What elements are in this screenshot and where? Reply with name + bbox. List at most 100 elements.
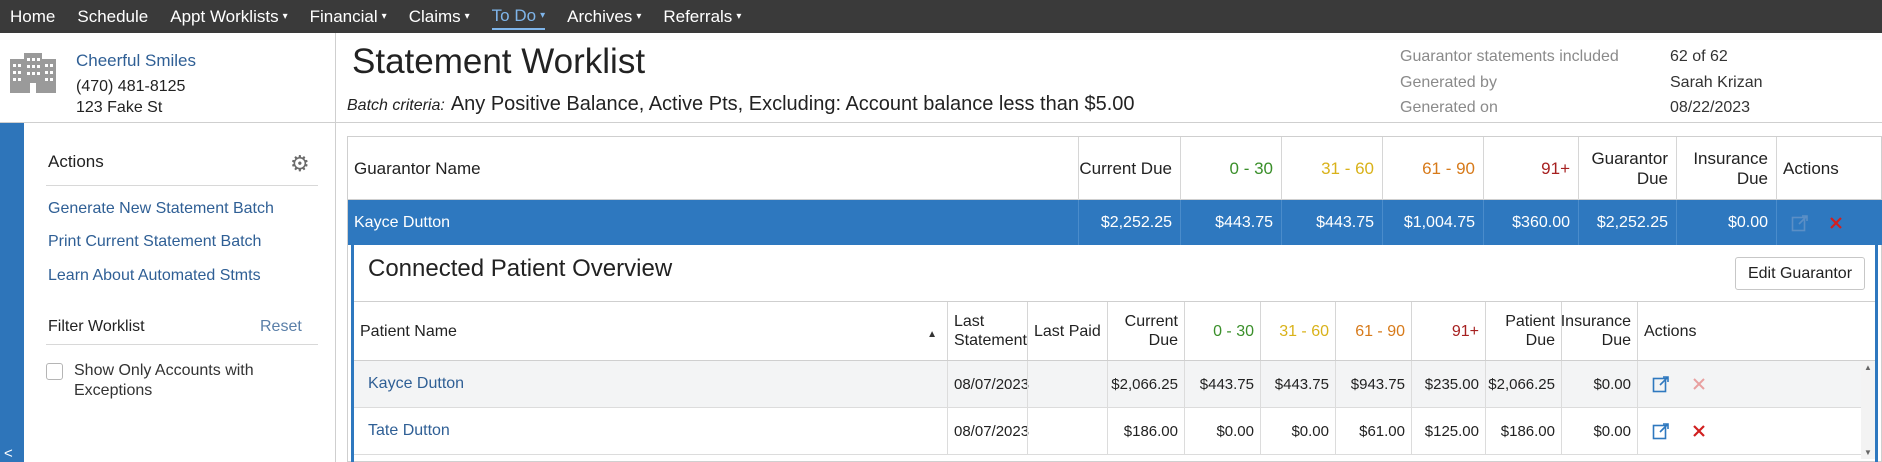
nav-to-do[interactable]: To Do ▾ [491, 4, 546, 30]
col-0-30[interactable]: 0 - 30 [1184, 302, 1260, 360]
col-last-statement[interactable]: Last Statement [947, 302, 1027, 360]
col-0-30[interactable]: 0 - 30 [1180, 137, 1281, 200]
col-31-60[interactable]: 31 - 60 [1260, 302, 1335, 360]
col-insurance-due[interactable]: Insurance Due [1676, 137, 1776, 200]
learn-automated-link[interactable]: Learn About Automated Stmts [48, 267, 261, 285]
nav-label: Claims [408, 6, 461, 26]
col-61-90[interactable]: 61 - 90 [1382, 137, 1483, 200]
col-guarantor-name[interactable]: Guarantor Name [348, 137, 1078, 200]
chevron-down-icon: ▾ [736, 11, 742, 22]
col-current-due[interactable]: Current Due [1078, 137, 1180, 200]
patient-due: $2,066.25 [1485, 361, 1561, 407]
nav-label: Home [10, 6, 56, 26]
patient-name-link[interactable]: Tate Dutton [368, 422, 450, 440]
exceptions-checkbox-label[interactable]: Show Only Accounts with Exceptions [74, 361, 304, 401]
guarantor-91-plus: $360.00 [1483, 200, 1578, 245]
export-statement-icon[interactable] [1652, 375, 1670, 393]
scroll-down-icon[interactable]: ▼ [1864, 448, 1872, 457]
guarantor-due: $2,252.25 [1578, 200, 1676, 245]
guarantor-current-due: $2,252.25 [1078, 200, 1180, 245]
aging-61-90: $943.75 [1335, 361, 1411, 407]
top-nav: Home Schedule Appt Worklists ▾ Financial ▾… [0, 0, 1882, 33]
batch-criteria-value: Any Positive Balance, Active Pts, Exclud… [450, 93, 1135, 115]
patient-name-link[interactable]: Kayce Dutton [368, 375, 464, 393]
chevron-down-icon: ▾ [381, 11, 387, 22]
gear-icon[interactable]: ⚙ [290, 151, 310, 177]
aging-0-30: $0.00 [1184, 408, 1260, 454]
nav-label: Schedule [77, 6, 149, 26]
practice-address: 123 Fake St [76, 99, 163, 116]
nav-claims[interactable]: Claims ▾ [409, 0, 470, 33]
guarantor-actions [1776, 200, 1882, 245]
chevron-down-icon: ▾ [282, 11, 288, 22]
last-paid [1027, 361, 1107, 407]
export-statement-icon[interactable] [1652, 422, 1670, 440]
patient-table-scrollbar[interactable]: ▲ ▼ [1861, 361, 1875, 459]
col-actions: Actions [1776, 137, 1882, 200]
insurance-due: $0.00 [1561, 361, 1637, 407]
col-patient-name[interactable]: Patient Name ▲ [354, 302, 947, 360]
export-statement-icon[interactable] [1791, 214, 1809, 232]
nav-referrals[interactable]: Referrals ▾ [663, 0, 741, 33]
col-patient-due[interactable]: Patient Due [1485, 302, 1561, 360]
col-guarantor-due[interactable]: Guarantor Due [1578, 137, 1676, 200]
nav-home[interactable]: Home [10, 0, 55, 33]
sidebar-collapse-strip[interactable]: < [0, 123, 24, 462]
divider [46, 344, 318, 345]
nav-label: Financial [309, 6, 378, 26]
scroll-up-icon[interactable]: ▲ [1864, 363, 1872, 372]
aging-31-60: $443.75 [1260, 361, 1335, 407]
close-icon[interactable] [1692, 424, 1706, 438]
patient-due: $186.00 [1485, 408, 1561, 454]
patient-row[interactable]: Tate Dutton 08/07/2023 $186.00 $0.00 $0.… [354, 408, 1875, 455]
batch-criteria: Batch criteria: Any Positive Balance, Act… [347, 93, 1135, 116]
divider [46, 185, 318, 186]
meta-value: 62 of 62 [1670, 48, 1728, 65]
batch-criteria-label: Batch criteria: [347, 97, 445, 114]
nav-schedule[interactable]: Schedule [77, 0, 148, 33]
practice-name[interactable]: Cheerful Smiles [76, 51, 196, 71]
edit-guarantor-button[interactable]: Edit Guarantor [1735, 257, 1865, 290]
nav-financial[interactable]: Financial ▾ [310, 0, 387, 33]
last-statement: 08/07/2023 [947, 361, 1029, 407]
patient-actions [1637, 361, 1732, 407]
header-divider [336, 122, 1882, 123]
batch-meta: Guarantor statements included 62 of 62 Ge… [1400, 44, 1763, 121]
sort-asc-icon[interactable]: ▲ [927, 325, 937, 344]
aging-0-30: $443.75 [1184, 361, 1260, 407]
patient-table-header: Patient Name ▲ Last Statement Last Paid … [354, 301, 1875, 361]
col-patient-name-label: Patient Name [360, 322, 457, 340]
col-current-due[interactable]: Current Due [1107, 302, 1184, 360]
print-batch-link[interactable]: Print Current Statement Batch [48, 233, 261, 251]
generate-batch-link[interactable]: Generate New Statement Batch [48, 200, 274, 218]
meta-key: Guarantor statements included [1400, 48, 1619, 65]
close-icon[interactable] [1829, 216, 1843, 230]
patient-row[interactable]: Kayce Dutton 08/07/2023 $2,066.25 $443.7… [354, 361, 1875, 408]
actions-title: Actions [48, 152, 104, 171]
meta-key: Generated on [1400, 99, 1498, 116]
guarantor-table-header: Guarantor Name Current Due 0 - 30 31 - 6… [348, 137, 1882, 200]
chevron-down-icon: ▾ [540, 10, 546, 21]
practice-header: Cheerful Smiles (470) 481-8125 123 Fake … [0, 33, 336, 123]
guarantor-name[interactable]: Kayce Dutton [348, 200, 1078, 245]
col-insurance-due[interactable]: Insurance Due [1561, 302, 1637, 360]
aging-61-90: $61.00 [1335, 408, 1411, 454]
close-icon[interactable] [1692, 377, 1706, 391]
col-61-90[interactable]: 61 - 90 [1335, 302, 1411, 360]
chevron-down-icon: ▾ [636, 11, 642, 22]
collapse-icon[interactable]: < [4, 445, 13, 462]
col-31-60[interactable]: 31 - 60 [1281, 137, 1382, 200]
nav-label: To Do [491, 5, 537, 25]
col-last-paid[interactable]: Last Paid [1027, 302, 1107, 360]
col-91-plus[interactable]: 91+ [1411, 302, 1485, 360]
connected-patient-panel: Connected Patient Overview Edit Guaranto… [351, 245, 1878, 462]
patient-name-cell: Kayce Dutton [354, 361, 947, 407]
building-icon [10, 53, 56, 98]
last-paid [1027, 408, 1107, 454]
nav-archives[interactable]: Archives ▾ [567, 0, 641, 33]
guarantor-row-selected[interactable]: Kayce Dutton $2,252.25 $443.75 $443.75 $… [348, 200, 1882, 245]
reset-link[interactable]: Reset [260, 318, 302, 336]
col-91-plus[interactable]: 91+ [1483, 137, 1578, 200]
nav-appt-worklists[interactable]: Appt Worklists ▾ [170, 0, 287, 33]
exceptions-checkbox[interactable] [46, 363, 63, 380]
